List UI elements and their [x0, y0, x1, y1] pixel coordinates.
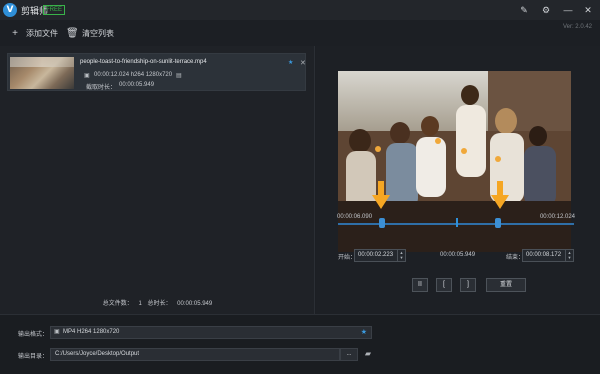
duration-label: 截取时长：	[86, 85, 117, 91]
start-time-input[interactable]: 00:00:02.223 ▲ ▼	[354, 249, 406, 262]
preview-panel: 00:00:06.090 00:00:12.024 开始： 00:00:02.2…	[316, 46, 600, 314]
folder-icon[interactable]: ▰	[362, 348, 374, 359]
end-time-spinner[interactable]: ▲ ▼	[565, 250, 573, 261]
output-format-value: MP4 H264 1280x720	[63, 329, 120, 335]
output-format-label: 输出格式：	[18, 332, 49, 338]
pause-button[interactable]: II	[412, 278, 428, 292]
plus-icon: +	[12, 27, 18, 39]
arrow-down-icon	[372, 181, 390, 209]
start-time-value: 00:00:02.223	[358, 252, 394, 258]
trim-end-handle[interactable]	[495, 218, 502, 228]
end-time-input[interactable]: 00:00:08.172 ▲ ▼	[522, 249, 574, 262]
clear-list-button[interactable]: 🗑 清空列表	[66, 27, 114, 39]
output-format-select[interactable]: ▣ MP4 H264 1280x720 ★	[50, 326, 372, 339]
current-time: 00:00:06.090	[337, 214, 373, 220]
browse-button[interactable]: ...	[340, 348, 358, 361]
film-icon: ▣	[54, 329, 60, 335]
close-icon[interactable]: ✕	[582, 4, 594, 16]
settings-icon[interactable]: ⚙	[540, 4, 552, 16]
output-panel: 输出格式： ▣ MP4 H264 1280x720 ★ 输出目录： C:/Use…	[0, 314, 600, 374]
file-list-panel: people-toast-to-friendship-on-sunlit-ter…	[0, 46, 315, 314]
mark-out-button[interactable]: ]	[460, 278, 476, 292]
toolbar: + 添加文件 🗑 清空列表	[0, 20, 600, 46]
free-badge: FREE	[43, 5, 66, 15]
file-count-label: 总文件数：	[102, 301, 133, 307]
output-dir-field[interactable]: C:/Users/Joyce/Desktop/Output	[50, 348, 340, 361]
reset-button[interactable]: 重置	[486, 278, 526, 292]
info-icon[interactable]: ▤	[176, 72, 182, 79]
add-file-label: 添加文件	[26, 28, 58, 38]
star-icon[interactable]: ★	[361, 327, 367, 338]
clear-list-label: 清空列表	[82, 28, 114, 38]
app-window: V 剪辑师 FREE ✎ ⚙ — ✕ Ver: 2.0.42 + 添加文件 🗑 …	[0, 0, 600, 374]
file-count-value: 1	[138, 301, 142, 307]
arrow-down-icon	[491, 181, 509, 209]
playhead[interactable]	[456, 218, 459, 227]
segment-row: 开始： 00:00:02.223 ▲ ▼ 00:00:05.949 结束： 00:…	[336, 249, 576, 263]
title-bar: V 剪辑师 FREE ✎ ⚙ — ✕	[0, 0, 600, 20]
star-icon[interactable]: ★	[288, 59, 293, 66]
mark-in-button[interactable]: [	[436, 278, 452, 292]
total-duration-label: 总时长：	[147, 301, 172, 307]
end-time-value: 00:00:08.172	[526, 252, 562, 258]
file-meta: 00:00:12.024 h264 1280x720	[94, 72, 173, 78]
remove-item-icon[interactable]: ✕	[300, 59, 306, 67]
add-file-button[interactable]: + 添加文件	[10, 27, 58, 39]
minimize-icon[interactable]: —	[562, 4, 574, 16]
output-dir-value: C:/Users/Joyce/Desktop/Output	[55, 351, 140, 357]
segment-length: 00:00:05.949	[440, 252, 476, 258]
film-icon: ▣	[84, 73, 90, 79]
app-logo-icon: V	[3, 3, 17, 17]
trash-icon: 🗑	[66, 27, 79, 39]
start-time-spinner[interactable]: ▲ ▼	[397, 250, 405, 261]
feedback-icon[interactable]: ✎	[518, 4, 530, 16]
file-name: people-toast-to-friendship-on-sunlit-ter…	[80, 59, 207, 65]
total-duration-value: 00:00:05.949	[177, 301, 213, 307]
video-thumbnail	[10, 57, 74, 89]
total-time: 00:00:12.024	[539, 214, 575, 220]
duration-value: 00:00:05.949	[119, 82, 155, 88]
output-dir-label: 输出目录：	[18, 354, 49, 360]
summary-bar: 总文件数： 1 总时长： 00:00:05.949	[0, 298, 315, 307]
list-item[interactable]: people-toast-to-friendship-on-sunlit-ter…	[7, 53, 306, 91]
trim-start-handle[interactable]	[378, 218, 385, 228]
